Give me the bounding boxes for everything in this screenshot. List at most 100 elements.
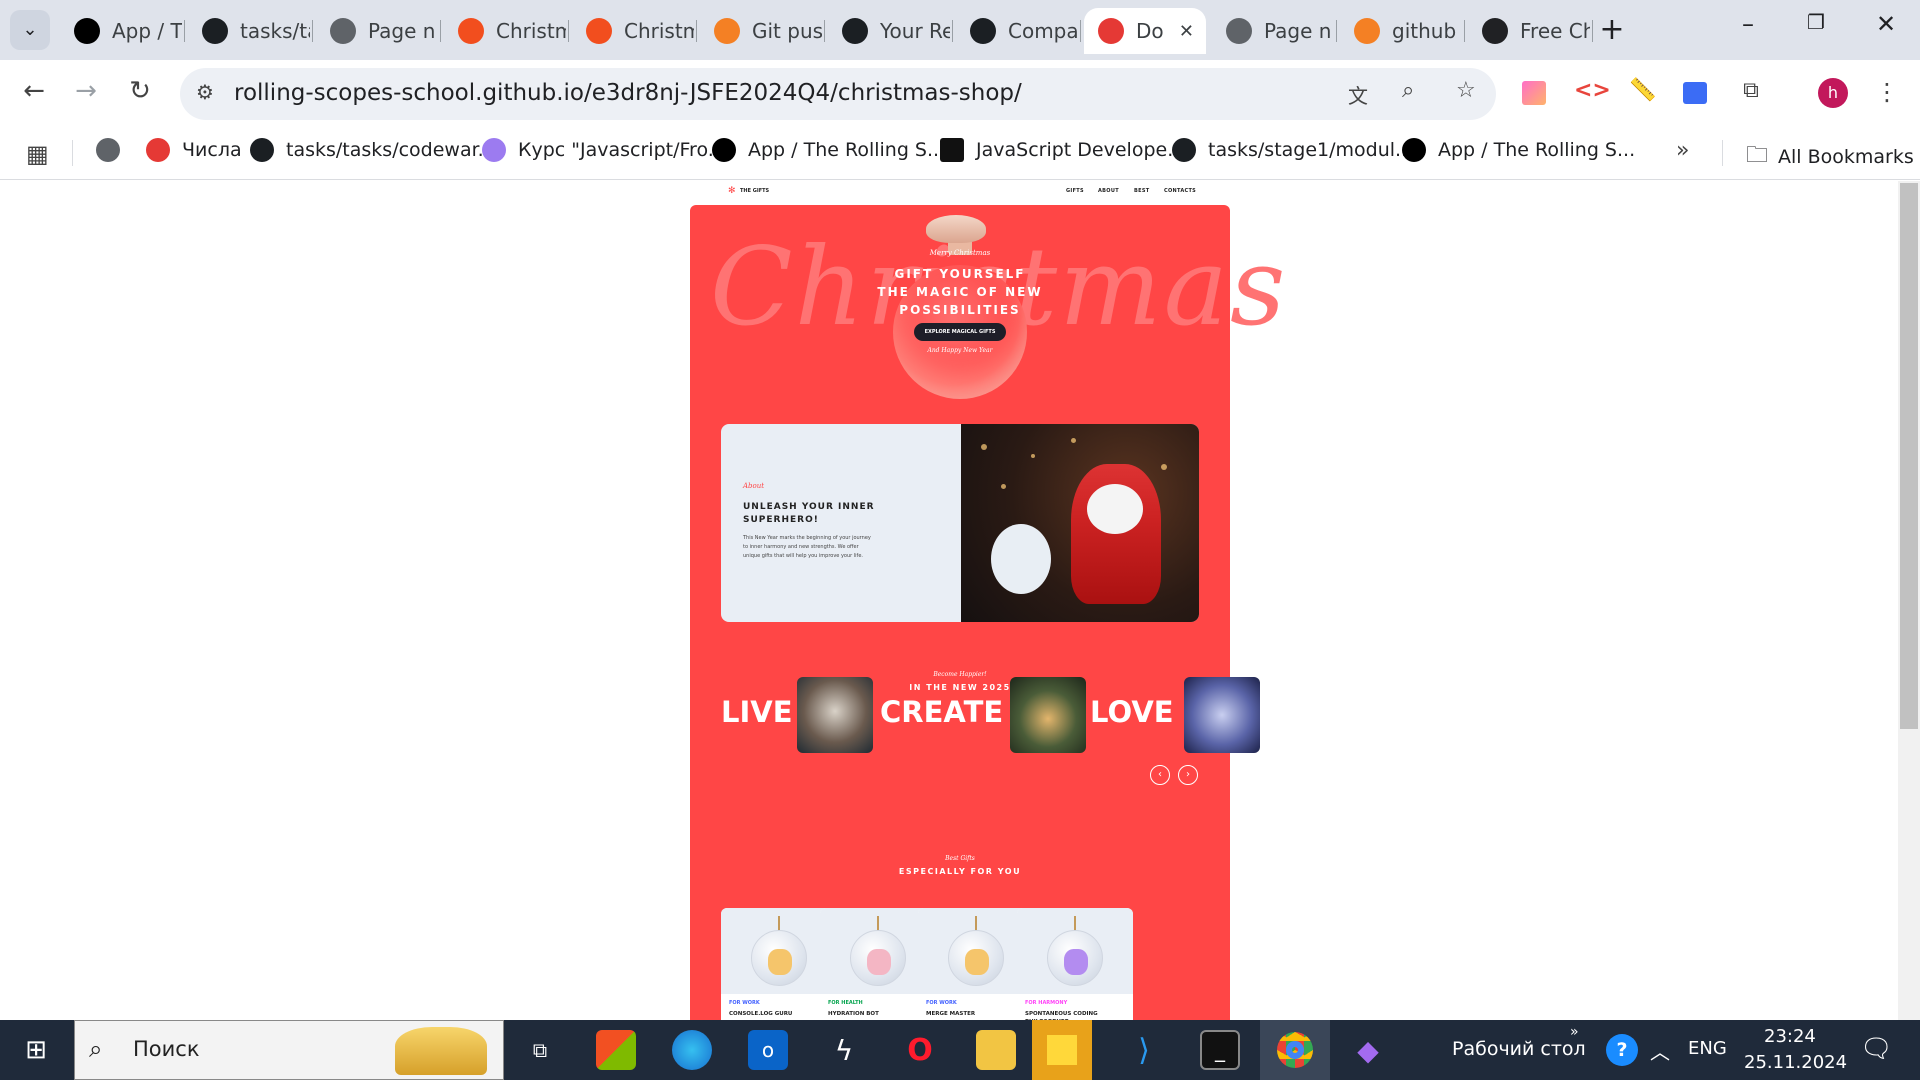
hero-headline-line1: GIFT YOURSELF [894,267,1026,281]
tab-title: Page n [368,19,436,43]
task-view-icon[interactable]: ⧉ [520,1030,560,1070]
tab-separator [824,20,825,42]
close-window-button[interactable]: ✕ [1866,10,1906,38]
address-bar[interactable]: ⚙ rolling-scopes-school.github.io/e3dr8n… [180,68,1496,120]
christmas-shop-page: ✻ THE GIFTS GIFTS ABOUT BEST CONTACTS Ch… [690,181,1285,1020]
browser-tab[interactable]: Christm [444,8,566,54]
url-text[interactable]: rolling-scopes-school.github.io/e3dr8nj-… [234,80,1022,106]
restore-button[interactable]: ❐ [1796,10,1836,34]
forward-button[interactable]: → [68,76,104,106]
vscode-icon[interactable]: ⟩ [1124,1030,1164,1070]
reload-button[interactable]: ↻ [122,76,158,106]
apps-grid-icon[interactable]: ▦ [26,140,49,168]
browser-tab[interactable]: Do ✕ [1084,8,1206,54]
github-icon [1172,138,1196,162]
bookmark-item[interactable]: Курс "Javascript/Fro... [482,138,726,162]
tray-chevron-up-icon[interactable]: ︿ [1650,1036,1670,1065]
bookmark-item[interactable]: tasks/stage1/modul... [1172,138,1413,162]
page-viewport: ✻ THE GIFTS GIFTS ABOUT BEST CONTACTS Ch… [0,181,1898,1020]
tab-search-button[interactable]: ⌄ [10,10,50,50]
notifications-icon[interactable]: 🗨 [1860,1034,1893,1064]
snowflake-logo-icon[interactable]: ✻ [728,186,736,196]
ruler-extension-icon[interactable]: 📏 [1628,78,1658,108]
browser-tab[interactable]: tasks/ta [188,8,310,54]
github-icon [250,138,274,162]
nav-about[interactable]: ABOUT [1098,188,1119,194]
nav-contacts[interactable]: CONTACTS [1164,188,1196,194]
browser-tab[interactable]: Compa [956,8,1078,54]
browser-toolbar: ← → ↻ ⚙ rolling-scopes-school.github.io/… [0,60,1920,128]
desktop-label[interactable]: Рабочий стол [1452,1038,1586,1060]
edge-icon[interactable] [672,1030,712,1070]
browser-tab[interactable]: Page n [1212,8,1334,54]
nav-best[interactable]: BEST [1134,188,1149,194]
more-bookmarks-chevron-icon[interactable]: » [1676,138,1689,163]
bookmark-item[interactable]: JavaScript Develope... [940,138,1185,162]
tab-title: Christm [496,19,566,43]
tab-separator [952,20,953,42]
browser-tab[interactable]: Page n [316,8,438,54]
help-icon[interactable]: ? [1606,1034,1638,1066]
explore-gifts-button[interactable]: EXPLORE MAGICAL GIFTS [914,323,1006,341]
code-extension-icon[interactable]: <> [1574,78,1611,108]
translate-icon[interactable]: 文 [1348,80,1368,109]
chrome-taskbar-icon[interactable] [1260,1020,1330,1080]
color-extension-icon[interactable] [1522,81,1546,105]
browser-tab[interactable]: Git pus [700,8,822,54]
tab-title: tasks/ta [240,19,310,43]
tab-title: Your Re [880,19,950,43]
slider-image-snowman [797,677,873,753]
outlook-icon[interactable]: o [748,1030,788,1070]
clock-time[interactable]: 23:24 [1764,1026,1816,1047]
browser-tab[interactable]: Free Ch [1468,8,1590,54]
obsidian-icon[interactable]: ◆ [1348,1030,1388,1070]
terminal-icon[interactable]: _ [1200,1030,1240,1070]
clock-date[interactable]: 25.11.2024 [1744,1052,1847,1073]
extensions-puzzle-icon[interactable]: ⧉ [1736,78,1766,108]
gift-figure [1064,949,1088,975]
slider-prev-button[interactable]: ‹ [1150,765,1170,785]
minimize-button[interactable]: – [1728,10,1768,38]
close-tab-icon[interactable]: ✕ [1179,21,1194,42]
rs-icon [712,138,736,162]
globe-icon [330,18,356,44]
app-lightning-icon[interactable]: ϟ [824,1030,864,1070]
bookmark-item[interactable] [96,138,132,162]
all-bookmarks-label: All Bookmarks [1778,146,1914,168]
nav-gifts[interactable]: GIFTS [1066,188,1084,194]
bookmark-item[interactable]: App / The Rolling S... [1402,138,1635,162]
tab-separator [696,20,697,42]
file-explorer-icon[interactable] [976,1030,1016,1070]
slider-next-button[interactable]: › [1178,765,1198,785]
window-extension-icon[interactable] [1683,82,1707,104]
rs-icon [1402,138,1426,162]
profile-avatar[interactable]: h [1818,78,1848,108]
menu-kebab-icon[interactable]: ⋮ [1872,78,1902,108]
new-tab-button[interactable]: + [1592,12,1632,47]
bookmark-star-icon[interactable]: ☆ [1456,78,1476,103]
gift-card[interactable]: FOR HARMONY SPONTANEOUS CODING PHILOSOPHE… [1017,908,1133,1020]
zoom-icon[interactable]: ⌕ [1402,78,1414,103]
microsoft-store-icon[interactable] [596,1030,636,1070]
site-info-icon[interactable]: ⚙ [196,80,214,104]
back-button[interactable]: ← [16,76,52,106]
bookmark-item[interactable]: tasks/tasks/codewar... [250,138,496,162]
browser-tab[interactable]: App / T [60,8,182,54]
tab-title: Compa [1008,19,1078,43]
windows-start-icon[interactable]: ⊞ [16,1030,56,1070]
browser-tab[interactable]: github [1340,8,1462,54]
taskbar-search-box[interactable]: ⌕ Поиск [74,1020,504,1080]
all-bookmarks-button[interactable]: 🗀 All Bookmarks [1746,138,1914,176]
slider-image-tree [1010,677,1086,753]
bookmark-item[interactable]: Числа [146,138,242,162]
browser-tab[interactable]: Christm [572,8,694,54]
tray-more-icon[interactable]: » [1570,1024,1579,1040]
browser-tab[interactable]: Your Re [828,8,950,54]
bookmark-item[interactable]: App / The Rolling S... [712,138,945,162]
language-indicator[interactable]: ENG [1688,1038,1727,1059]
sticky-notes-icon[interactable] [1032,1020,1092,1080]
site-logo-text[interactable]: THE GIFTS [740,188,769,194]
opera-icon[interactable]: O [900,1030,940,1070]
github-icon [202,18,228,44]
page-scrollbar-thumb[interactable] [1900,183,1918,729]
